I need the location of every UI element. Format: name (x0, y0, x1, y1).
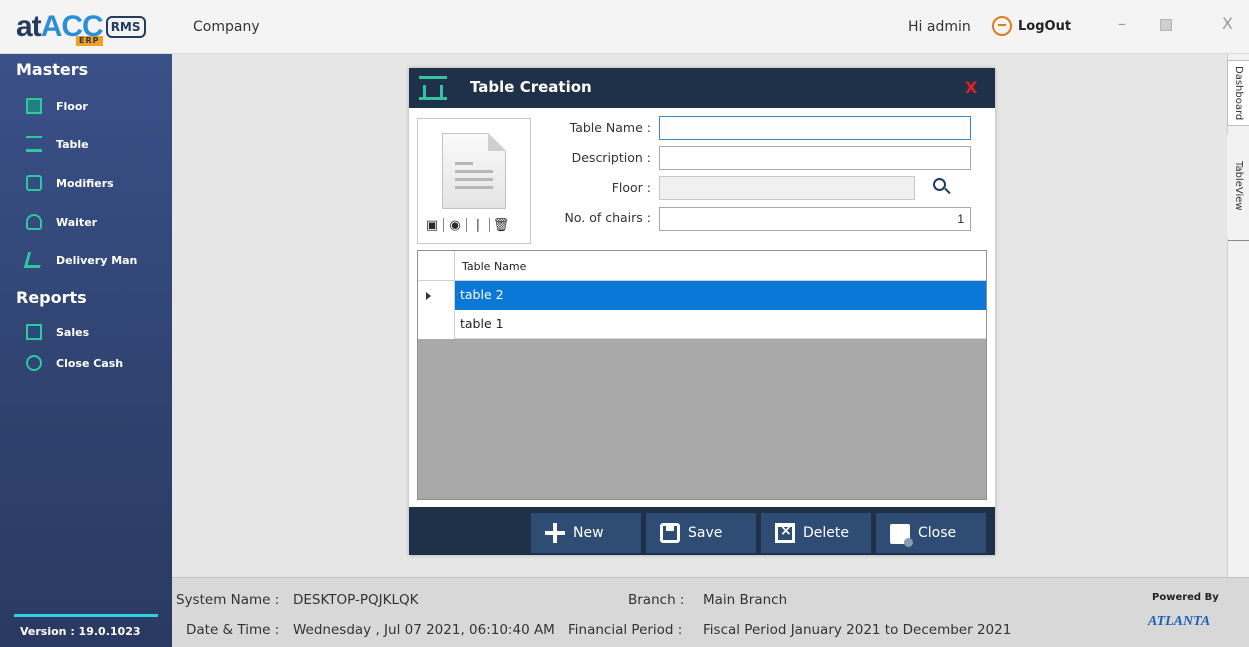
sidebar-item-waiter[interactable]: Waiter (26, 214, 97, 230)
delete-button[interactable]: Delete (761, 513, 871, 553)
sales-icon (26, 324, 42, 340)
tab-dashboard[interactable]: Dashboard (1227, 60, 1249, 126)
sidebar-item-delivery-man[interactable]: Delivery Man (23, 252, 138, 268)
table-name-cell[interactable]: table 2 (455, 281, 986, 310)
sidebar-item-label: Table (56, 137, 89, 151)
logo-rms: RMS (105, 16, 146, 38)
table-name-input[interactable] (659, 116, 971, 140)
delivery-man-icon (23, 252, 45, 268)
logo-erp: ERP (76, 36, 103, 46)
floor-icon (26, 98, 42, 114)
chairs-label: No. of chairs : (564, 210, 651, 225)
minimize-button[interactable]: – (1118, 14, 1126, 33)
powered-by-label: Powered By (1152, 592, 1219, 603)
table-name-cell[interactable]: table 1 (455, 310, 986, 339)
delete-label: Delete (803, 525, 849, 541)
branch-value: Main Branch (703, 592, 788, 608)
masters-title: Masters (16, 60, 89, 79)
close-cash-icon (26, 355, 42, 371)
financial-period-value: Fiscal Period January 2021 to December 2… (703, 622, 1012, 638)
floor-label: Floor : (611, 180, 651, 195)
waiter-icon (26, 214, 42, 230)
search-icon[interactable] (933, 178, 951, 196)
logo-at: at (16, 10, 42, 43)
table-icon (26, 136, 42, 152)
modifiers-icon (26, 175, 42, 191)
status-bar: System Name : DESKTOP-PQJKLQK Branch : M… (172, 577, 1249, 647)
save-button[interactable]: Save (646, 513, 756, 553)
folder-close-icon (890, 524, 913, 547)
chairs-input[interactable] (659, 207, 971, 231)
plus-icon (545, 523, 565, 543)
window-close-button[interactable]: X (1222, 14, 1233, 33)
scanner-icon[interactable]: ∣ (470, 217, 486, 233)
sidebar-item-label: Sales (56, 325, 90, 339)
logout-label: LogOut (1018, 18, 1072, 34)
table-row[interactable]: table 1 (418, 310, 986, 339)
maximize-button[interactable] (1160, 19, 1172, 31)
branch-label: Branch : (628, 592, 685, 608)
company-label[interactable]: Company (193, 19, 260, 35)
tables-grid: Table Name table 2 table 1 (417, 250, 987, 500)
system-name-value: DESKTOP-PQJKLQK (293, 592, 419, 608)
tab-tableview[interactable]: TableView (1227, 134, 1249, 238)
trash-icon[interactable]: 🗑 (493, 217, 510, 233)
delete-icon (775, 523, 795, 543)
camera-icon[interactable]: ▣ (424, 217, 440, 233)
sidebar-item-table[interactable]: Table (26, 136, 89, 152)
row-indicator-icon (426, 292, 431, 300)
new-button[interactable]: New (531, 513, 641, 553)
app-window: at ACC ERP RMS Company Hi admin LogOut –… (0, 0, 1249, 647)
save-icon (660, 523, 680, 543)
sidebar-item-sales[interactable]: Sales (26, 324, 89, 340)
sidebar-item-label: Waiter (56, 215, 98, 229)
close-label: Close (918, 525, 957, 541)
sidebar-item-close-cash[interactable]: Close Cash (26, 355, 123, 371)
reports-title: Reports (16, 288, 87, 307)
description-label: Description : (571, 150, 651, 165)
sidebar: Masters Floor Table Modifiers Waiter Del… (0, 54, 172, 647)
table-icon (419, 76, 447, 100)
logout-icon (992, 16, 1012, 36)
datetime-label: Date & Time : (186, 622, 280, 638)
document-placeholder-icon (442, 133, 506, 209)
logout-button[interactable]: LogOut (992, 16, 1071, 36)
grid-header: Table Name (418, 251, 986, 281)
atacc-logo: at ACC ERP RMS (16, 10, 146, 46)
save-label: Save (688, 525, 723, 541)
table-row[interactable]: table 2 (418, 281, 986, 310)
close-button[interactable]: Close (876, 513, 986, 553)
table-creation-dialog: Table Creation X ▣ ◉ ∣ 🗑 Table Name : De… (409, 68, 995, 555)
sidebar-item-modifiers[interactable]: Modifiers (26, 175, 114, 191)
greeting: Hi admin (908, 19, 971, 35)
table-name-label: Table Name : (569, 120, 651, 135)
image-box[interactable]: ▣ ◉ ∣ 🗑 (417, 118, 531, 244)
dialog-footer: New Save Delete Close (409, 507, 995, 555)
sidebar-item-label: Close Cash (56, 356, 124, 370)
datetime-value: Wednesday , Jul 07 2021, 06:10:40 AM (293, 622, 555, 638)
sidebar-item-label: Modifiers (56, 176, 114, 190)
atlanta-logo: ATLANTA (1148, 614, 1211, 629)
right-tab-strip: Dashboard TableView (1227, 54, 1249, 599)
dialog-close-button[interactable]: X (965, 78, 977, 97)
tab-divider (1228, 240, 1249, 241)
sidebar-item-label: Delivery Man (56, 253, 138, 267)
new-label: New (573, 525, 604, 541)
version-label: Version : 19.0.1023 (20, 625, 141, 638)
sidebar-item-label: Floor (56, 99, 88, 113)
floor-input[interactable] (659, 176, 915, 200)
title-bar: at ACC ERP RMS Company Hi admin LogOut –… (0, 0, 1249, 54)
version-progress-bar (14, 614, 158, 617)
dialog-title: Table Creation (470, 78, 592, 96)
system-name-label: System Name : (176, 592, 280, 608)
description-input[interactable] (659, 146, 971, 170)
financial-period-label: Financial Period : (568, 622, 683, 638)
sidebar-item-floor[interactable]: Floor (26, 98, 88, 114)
dialog-header: Table Creation X (409, 68, 995, 108)
webcam-icon[interactable]: ◉ (447, 217, 463, 233)
image-tools: ▣ ◉ ∣ 🗑 (424, 217, 509, 233)
column-header-table-name[interactable]: Table Name (462, 260, 526, 273)
